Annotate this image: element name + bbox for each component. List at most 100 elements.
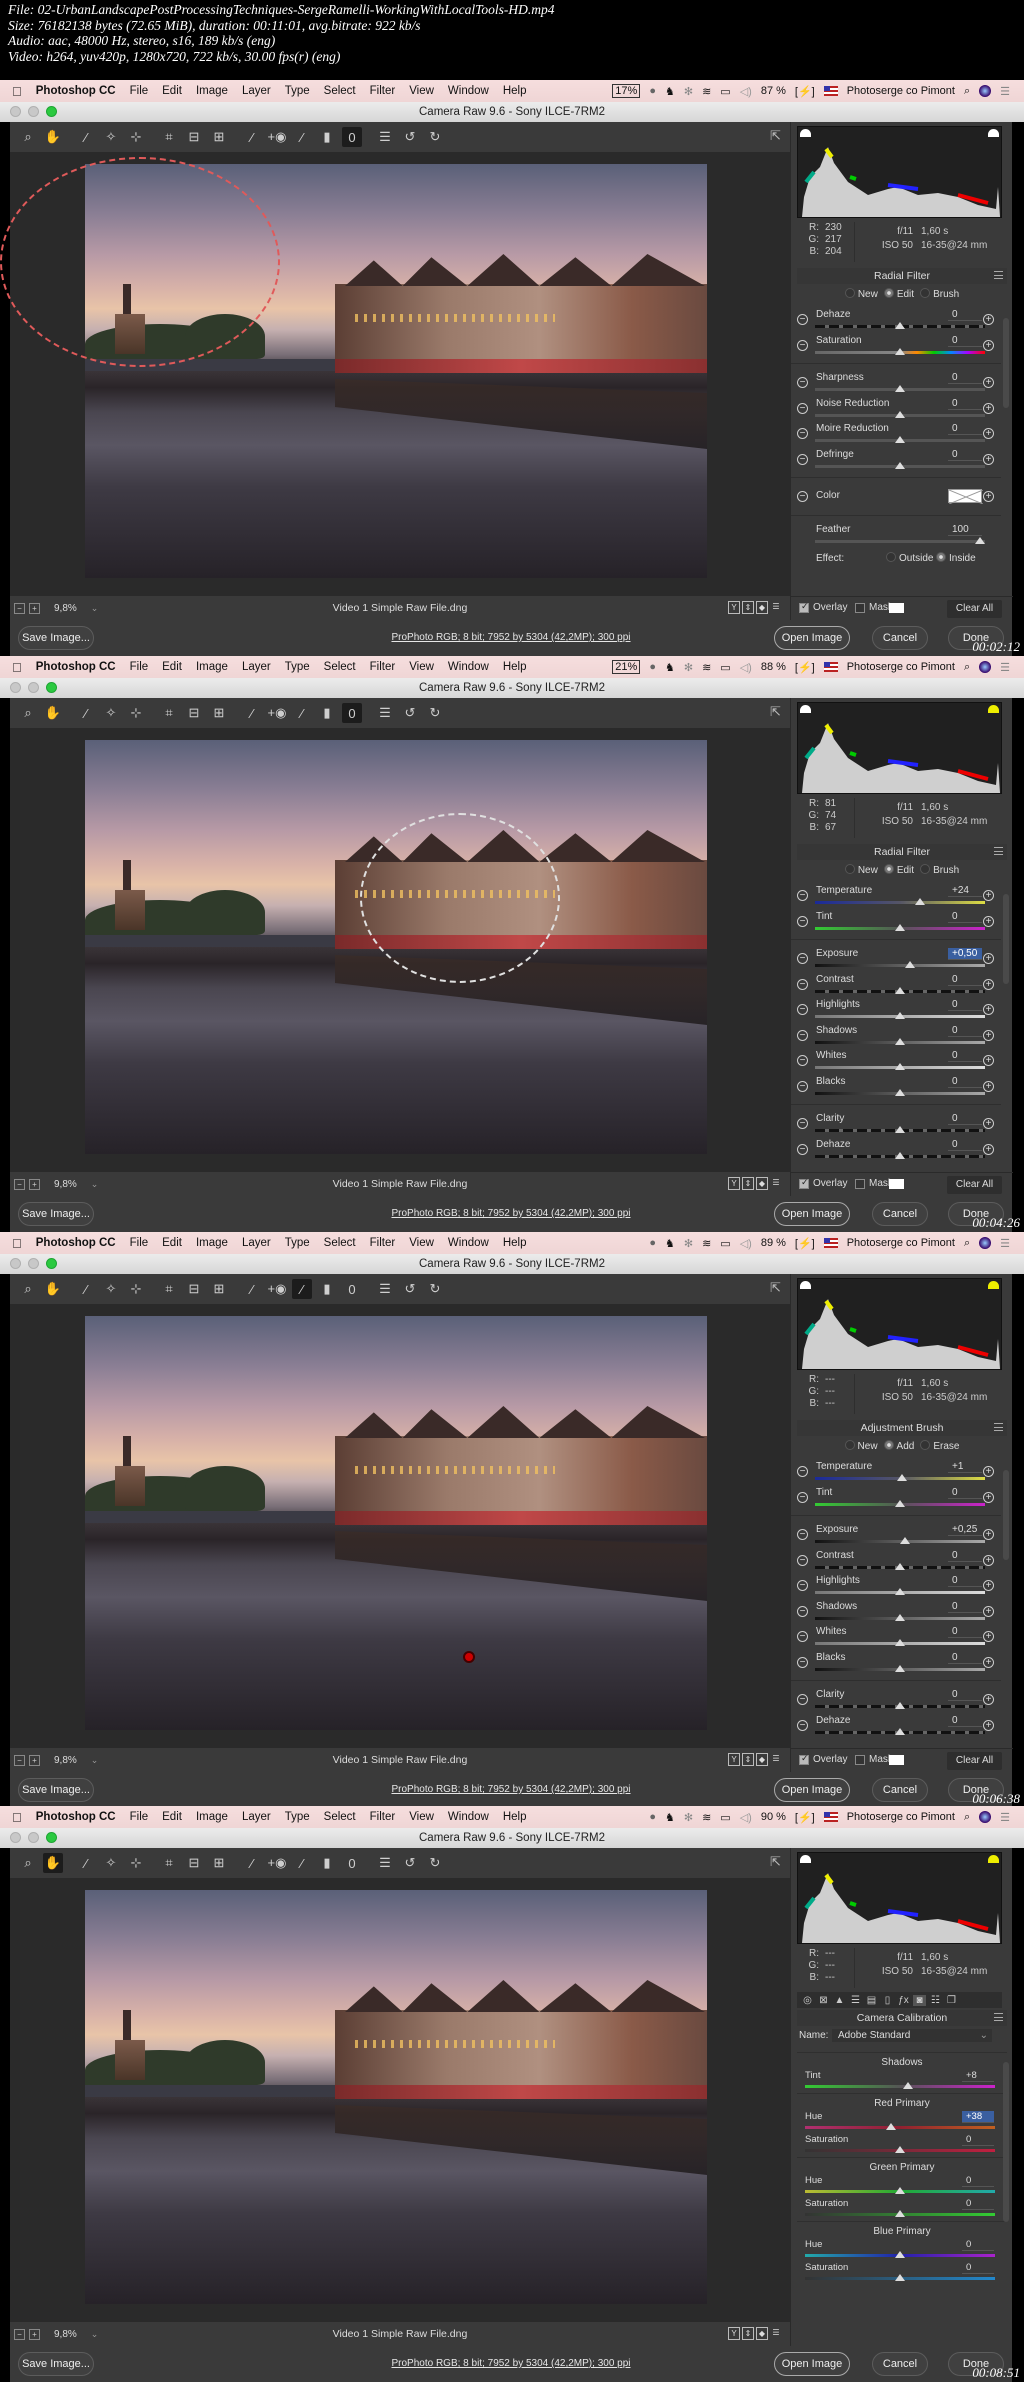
increase-icon[interactable]: + <box>983 1491 994 1503</box>
hand-tool-icon[interactable]: ✋ <box>43 127 63 147</box>
panel-menu-icon[interactable] <box>994 847 1003 855</box>
increase-icon[interactable]: + <box>983 1631 994 1642</box>
slider-track[interactable] <box>815 539 985 543</box>
menu-file[interactable]: File <box>130 85 149 97</box>
menu-window[interactable]: Window <box>448 85 489 97</box>
mask-checkbox[interactable] <box>855 603 865 613</box>
before-after-view-button[interactable]: Y <box>728 1753 740 1766</box>
spotlight-search-icon[interactable]: ⌕ <box>964 661 970 674</box>
rotate-ccw-tool-icon[interactable]: ↺ <box>400 703 420 723</box>
tab-detail-icon[interactable]: ▲ <box>833 1995 846 2006</box>
slider-value-field[interactable]: 0 <box>948 1487 982 1499</box>
menu-select[interactable]: Select <box>324 1811 356 1823</box>
zoom-dropdown-icon[interactable]: ⌄ <box>91 603 99 614</box>
slider-thumb[interactable] <box>895 1126 905 1133</box>
cancel-button[interactable]: Cancel <box>872 2352 928 2376</box>
user-name[interactable]: Photoserge co Pimont <box>847 1237 955 1249</box>
increase-icon[interactable]: + <box>983 1580 994 1591</box>
increase-icon[interactable]: + <box>983 915 994 927</box>
slider-thumb[interactable] <box>895 923 905 931</box>
slider-thumb[interactable] <box>895 1639 905 1646</box>
radial-filter-overlay[interactable] <box>0 157 280 367</box>
slider-track[interactable] <box>815 964 985 967</box>
preferences-tool-icon[interactable]: ☰ <box>375 1279 395 1299</box>
menu-window[interactable]: Window <box>448 1811 489 1823</box>
increase-icon[interactable]: + <box>983 953 994 964</box>
spot-removal-tool-icon[interactable]: ⁄ <box>242 127 262 147</box>
increase-icon[interactable]: + <box>983 428 994 439</box>
mode-erase-radio[interactable]: Erase <box>920 1440 959 1452</box>
slider-thumb[interactable] <box>895 410 905 418</box>
siri-icon[interactable] <box>979 1811 992 1823</box>
increase-icon[interactable]: + <box>983 1554 994 1566</box>
targeted-adjustment-tool-icon[interactable]: ⊹ <box>126 1279 146 1299</box>
menu-edit[interactable]: Edit <box>162 1237 182 1249</box>
zoom-window-button[interactable] <box>46 1258 57 1269</box>
slider-value-field[interactable]: 0 <box>948 398 982 410</box>
slider-thumb[interactable] <box>895 1037 905 1045</box>
adjustment-brush-tool-icon[interactable]: ∕ <box>292 1853 312 1873</box>
slider-value-field[interactable]: 0 <box>948 1139 982 1151</box>
battery-level[interactable]: 87 % <box>761 85 786 97</box>
zoom-window-button[interactable] <box>46 682 57 693</box>
decrease-icon[interactable]: − <box>797 1529 808 1540</box>
status-icon-1[interactable]: ● <box>649 1237 656 1249</box>
decrease-icon[interactable]: − <box>797 1080 808 1092</box>
slider-value-field[interactable]: 0 <box>962 2134 994 2146</box>
zoom-level[interactable]: 9,8% <box>54 1755 77 1766</box>
close-window-button[interactable] <box>10 682 21 693</box>
minimize-window-button[interactable] <box>28 1832 39 1843</box>
spotlight-search-icon[interactable]: ⌕ <box>964 1237 970 1250</box>
transform-tool-icon[interactable]: ⊞ <box>209 703 229 723</box>
slider-thumb[interactable] <box>896 1474 907 1481</box>
zoom-tool-icon[interactable]: ⌕ <box>18 127 38 147</box>
spot-removal-tool-icon[interactable]: ⁄ <box>242 1853 262 1873</box>
menu-image[interactable]: Image <box>196 661 228 673</box>
tab-basic-icon[interactable]: ◎ <box>801 1995 814 2006</box>
mask-checkbox[interactable] <box>855 1755 865 1765</box>
slider-thumb[interactable] <box>915 898 926 905</box>
decrease-icon[interactable]: − <box>797 1029 808 1041</box>
slider-value-field[interactable]: 0 <box>948 1113 982 1125</box>
slider-value-field[interactable]: +0,25 <box>948 1524 982 1536</box>
color-sampler-tool-icon[interactable]: ✧ <box>101 1279 121 1299</box>
before-after-view-button[interactable]: Y <box>728 2327 740 2340</box>
swap-settings-button[interactable]: ⇕ <box>742 601 754 614</box>
tab-camera-calibration-icon[interactable]: ◙ <box>913 1994 926 2006</box>
airplay-icon[interactable]: ▭ <box>720 661 730 674</box>
rotate-ccw-tool-icon[interactable]: ↺ <box>400 1279 420 1299</box>
menu-filter[interactable]: Filter <box>370 85 396 97</box>
menu-view[interactable]: View <box>409 1811 434 1823</box>
menu-type[interactable]: Type <box>285 1811 310 1823</box>
clear-all-button[interactable]: Clear All <box>947 1752 1002 1770</box>
copy-settings-button[interactable]: ◆ <box>756 2327 768 2340</box>
slider-value-field[interactable]: 0 <box>948 1601 982 1613</box>
slider-value-field[interactable]: +24 <box>948 885 982 897</box>
zoom-tool-icon[interactable]: ⌕ <box>18 1279 38 1299</box>
before-after-view-button[interactable]: Y <box>728 601 740 614</box>
slider-value-field[interactable]: 0 <box>948 999 982 1011</box>
slider-thumb[interactable] <box>895 1012 905 1019</box>
slider-value-field[interactable]: 0 <box>948 1550 982 1562</box>
radial-filter-tool-icon[interactable]: 0 <box>342 1279 362 1299</box>
red-eye-tool-icon[interactable]: +◉ <box>267 1853 287 1873</box>
minimize-window-button[interactable] <box>28 682 39 693</box>
slider-value-field[interactable]: 100 <box>948 524 982 536</box>
increase-icon[interactable]: + <box>983 890 994 901</box>
graduated-filter-tool-icon[interactable]: ▮ <box>317 127 337 147</box>
slider-track[interactable] <box>805 2126 995 2129</box>
rotate-ccw-tool-icon[interactable]: ↺ <box>400 127 420 147</box>
mask-color-swatch[interactable] <box>889 1179 904 1189</box>
zoom-tool-icon[interactable]: ⌕ <box>18 1853 38 1873</box>
hand-tool-icon[interactable]: ✋ <box>43 703 63 723</box>
straighten-tool-icon[interactable]: ⊟ <box>184 1853 204 1873</box>
open-preferences-icon[interactable]: ⇱ <box>770 704 781 720</box>
evernote-icon[interactable]: ♞ <box>665 1811 675 1824</box>
slider-value-field[interactable]: 0 <box>948 1076 982 1088</box>
transform-tool-icon[interactable]: ⊞ <box>209 127 229 147</box>
slider-thumb[interactable] <box>895 1613 905 1621</box>
slider-thumb[interactable] <box>895 1588 905 1595</box>
menu-type[interactable]: Type <box>285 1237 310 1249</box>
mode-add-radio[interactable]: Add <box>883 1440 914 1452</box>
mode-new-radio[interactable]: New <box>844 288 878 300</box>
